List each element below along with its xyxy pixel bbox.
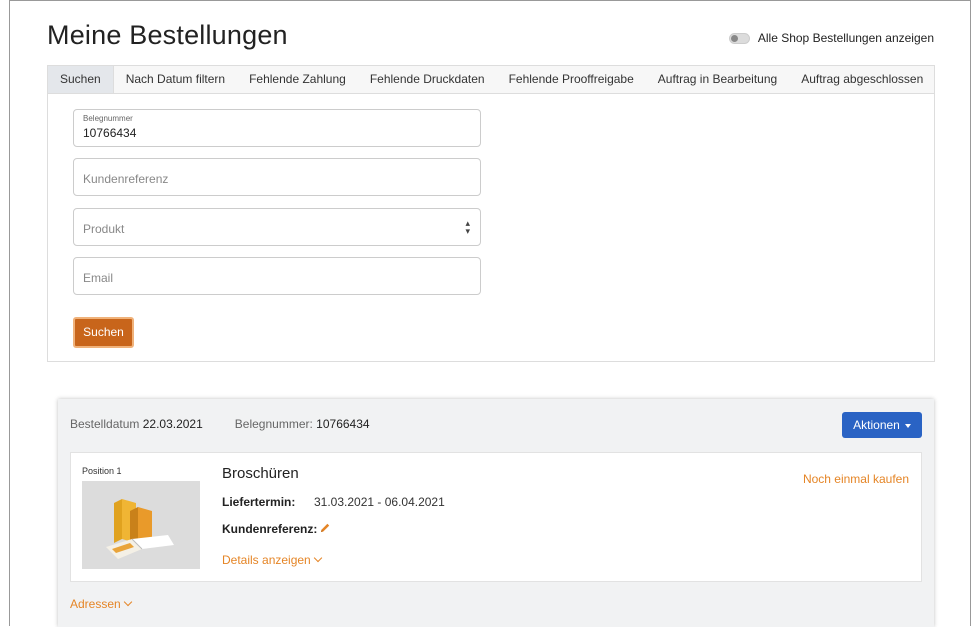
belegnummer-label: Belegnummer: [83, 114, 133, 123]
order-position: Position 1 Broschüren Liefertermin: 31.0…: [70, 452, 922, 582]
page-title: Meine Bestellungen: [47, 20, 288, 50]
order-card: Bestelldatum 22.03.2021 Belegnummer: 1076…: [58, 399, 934, 627]
chevron-down-icon: [123, 597, 132, 607]
liefertermin-value: 31.03.2021 - 06.04.2021: [314, 495, 445, 509]
product-image: [82, 481, 200, 569]
actions-button-label: Aktionen: [853, 418, 900, 432]
tab-fehlende-druckdaten[interactable]: Fehlende Druckdaten: [358, 66, 497, 93]
sort-arrows-icon: ▴ ▾: [465, 218, 470, 236]
details-link-label: Details anzeigen: [222, 553, 311, 567]
search-button[interactable]: Suchen: [73, 317, 134, 348]
order-number-label: Belegnummer:: [234, 417, 313, 431]
filter-tabs: Suchen Nach Datum filtern Fehlende Zahlu…: [47, 65, 935, 94]
liefertermin-label: Liefertermin:: [222, 495, 296, 509]
produkt-placeholder: Produkt: [83, 222, 125, 236]
chevron-down-icon: [313, 553, 322, 563]
kundenreferenz-field[interactable]: Kundenreferenz: [73, 158, 481, 196]
order-date-label: Bestelldatum: [70, 417, 140, 431]
product-name: Broschüren: [222, 465, 299, 482]
tab-fehlende-prooffreigabe[interactable]: Fehlende Prooffreigabe: [497, 66, 646, 93]
pencil-icon[interactable]: [319, 522, 331, 534]
belegnummer-value: 10766434: [83, 126, 137, 140]
tab-nach-datum-filtern[interactable]: Nach Datum filtern: [114, 66, 237, 93]
toggle-switch[interactable]: [728, 32, 750, 44]
tab-suchen[interactable]: Suchen: [48, 66, 114, 93]
addresses-link-label: Adressen: [70, 597, 121, 611]
addresses-link[interactable]: Adressen: [70, 597, 132, 611]
belegnummer-field[interactable]: Belegnummer 10766434: [73, 109, 481, 147]
order-meta: Bestelldatum 22.03.2021 Belegnummer: 1076…: [70, 417, 370, 431]
order-date-value: 22.03.2021: [142, 417, 203, 431]
order-number-value: 10766434: [316, 417, 370, 431]
email-field[interactable]: Email: [73, 257, 481, 295]
toggle-label: Alle Shop Bestellungen anzeigen: [757, 31, 934, 45]
email-placeholder: Email: [83, 271, 114, 285]
tab-auftrag-abgeschlossen[interactable]: Auftrag abgeschlossen: [789, 66, 935, 93]
details-link[interactable]: Details anzeigen: [222, 553, 322, 567]
caret-down-icon: [904, 423, 911, 428]
search-form-panel: Belegnummer 10766434 Kundenreferenz Prod…: [47, 94, 935, 362]
tab-auftrag-in-bearbeitung[interactable]: Auftrag in Bearbeitung: [646, 66, 789, 93]
show-all-orders-toggle-row[interactable]: Alle Shop Bestellungen anzeigen: [728, 31, 934, 45]
page-frame: Meine Bestellungen Alle Shop Bestellunge…: [9, 0, 971, 627]
kundenreferenz-placeholder: Kundenreferenz: [83, 172, 169, 186]
kundenreferenz-label: Kundenreferenz:: [222, 522, 318, 536]
tab-fehlende-zahlung[interactable]: Fehlende Zahlung: [237, 66, 358, 93]
buy-again-link[interactable]: Noch einmal kaufen: [803, 472, 909, 486]
actions-button[interactable]: Aktionen: [842, 412, 922, 438]
produkt-select[interactable]: Produkt ▴ ▾: [73, 208, 481, 246]
position-label: Position 1: [82, 466, 122, 476]
